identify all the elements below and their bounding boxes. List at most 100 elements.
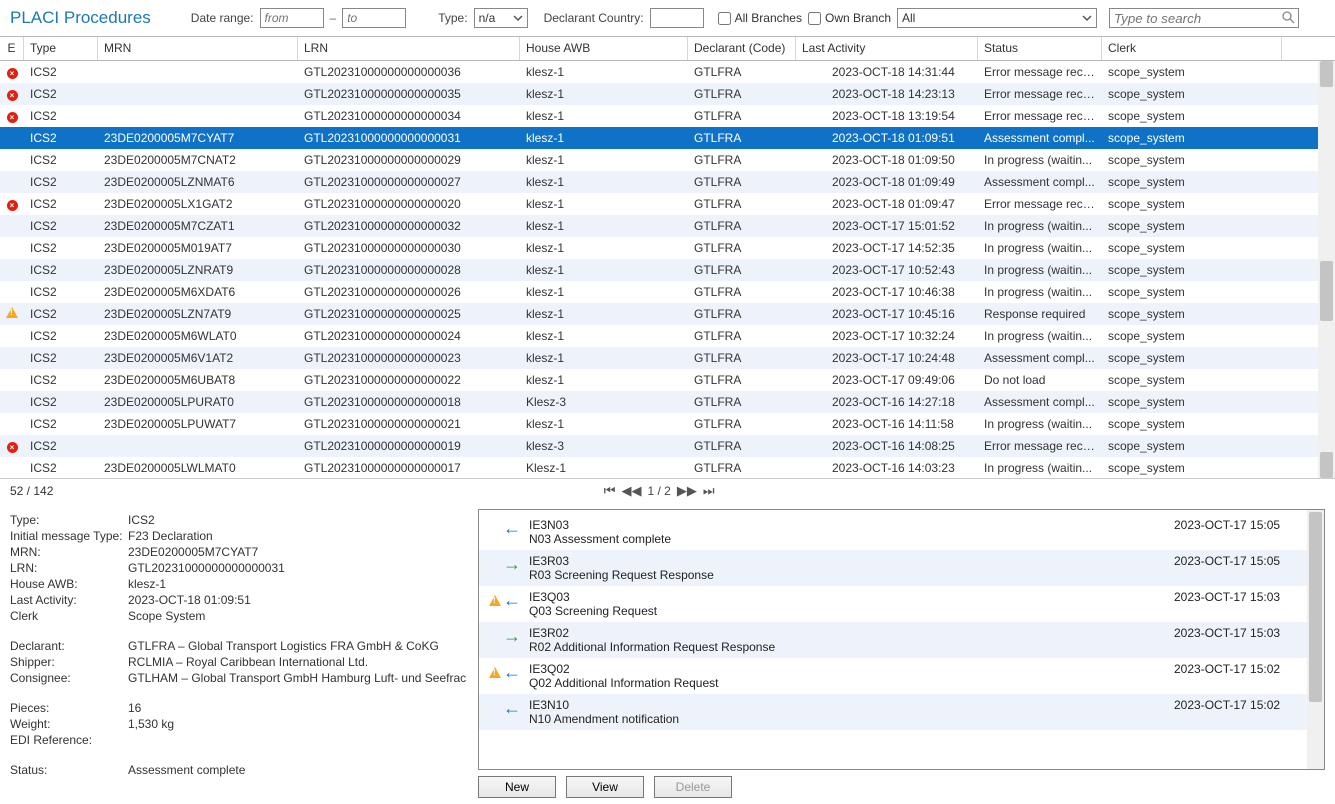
message-code: IE3Q03 xyxy=(529,590,1166,604)
pager-last-icon[interactable]: ⏭ xyxy=(703,483,715,499)
table-row[interactable]: ICS223DE0200005M6WLAT0GTL202310000000000… xyxy=(0,325,1335,347)
scroll-thumb[interactable] xyxy=(1320,261,1333,321)
message-icon: ← xyxy=(489,662,521,683)
type-select[interactable]: n/a xyxy=(474,8,528,28)
messages-panel: ←IE3N03N03 Assessment complete2023-OCT-1… xyxy=(478,509,1325,770)
cell-type: ICS2 xyxy=(24,239,98,257)
col-activity[interactable]: Last Activity xyxy=(796,37,978,60)
cell-hawb: klesz-1 xyxy=(520,327,688,345)
cell-type: ICS2 xyxy=(24,415,98,433)
error-icon: × xyxy=(7,68,18,79)
cell-mrn: 23DE0200005M6V1AT2 xyxy=(98,349,298,367)
table-row[interactable]: ICS223DE0200005LZNRAT9GTL202310000000000… xyxy=(0,259,1335,281)
declarant-country-input[interactable] xyxy=(650,8,704,28)
table-row[interactable]: ICS223DE0200005M7CYAT7GTL202310000000000… xyxy=(0,127,1335,149)
message-row[interactable]: ←IE3Q02Q02 Additional Information Reques… xyxy=(479,658,1324,694)
message-row[interactable]: ←IE3N03N03 Assessment complete2023-OCT-1… xyxy=(479,514,1324,550)
table-row[interactable]: ICS223DE0200005LWLMAT0GTL202310000000000… xyxy=(0,457,1335,479)
cell-declarant: GTLFRA xyxy=(688,107,796,125)
messages-scrollbar[interactable] xyxy=(1307,510,1324,769)
cell-hawb: Klesz-1 xyxy=(520,459,688,477)
date-from-input[interactable] xyxy=(260,8,324,28)
all-branches-checkbox-input[interactable] xyxy=(718,12,731,25)
detail-mrn-value: 23DE0200005M7CYAT7 xyxy=(128,545,258,559)
col-clerk[interactable]: Clerk xyxy=(1102,37,1282,60)
table-row[interactable]: ×ICS2GTL20231000000000000036klesz-1GTLFR… xyxy=(0,61,1335,83)
cell-status: Response required xyxy=(978,305,1102,323)
cell-mrn: 23DE0200005LZNMAT6 xyxy=(98,173,298,191)
table-row[interactable]: ICS223DE0200005LPURAT0GTL202310000000000… xyxy=(0,391,1335,413)
message-date: 2023-OCT-17 15:02 xyxy=(1174,698,1314,712)
cell-clerk: scope_system xyxy=(1102,173,1282,191)
cell-lrn: GTL20231000000000000029 xyxy=(298,151,520,169)
message-icon: → xyxy=(489,554,521,575)
cell-hawb: klesz-1 xyxy=(520,349,688,367)
scroll-thumb-top[interactable] xyxy=(1320,61,1333,87)
message-row[interactable]: →IE3R02R02 Additional Information Reques… xyxy=(479,622,1324,658)
table-row[interactable]: ICS223DE0200005LZN7AT9GTL202310000000000… xyxy=(0,303,1335,325)
table-row[interactable]: ICS223DE0200005M6UBAT8GTL202310000000000… xyxy=(0,369,1335,391)
cell-activity: 2023-OCT-18 13:19:54 xyxy=(796,107,978,125)
table-row[interactable]: ICS223DE0200005LZNMAT6GTL202310000000000… xyxy=(0,171,1335,193)
record-count: 52 / 142 xyxy=(10,484,53,498)
own-branch-checkbox-input[interactable] xyxy=(808,12,821,25)
cell-declarant: GTLFRA xyxy=(688,283,796,301)
message-row[interactable]: ←IE3Q03Q03 Screening Request2023-OCT-17 … xyxy=(479,586,1324,622)
table-row[interactable]: ICS223DE0200005M6V1AT2GTL202310000000000… xyxy=(0,347,1335,369)
message-text: IE3R03R03 Screening Request Response xyxy=(529,554,1166,582)
pager-prev-icon[interactable]: ◀◀ xyxy=(622,483,642,499)
arrow-left-icon: ← xyxy=(503,662,521,683)
col-hawb[interactable]: House AWB xyxy=(520,37,688,60)
col-mrn[interactable]: MRN xyxy=(98,37,298,60)
table-row[interactable]: ×ICS2GTL20231000000000000019klesz-3GTLFR… xyxy=(0,435,1335,457)
cell-type: ICS2 xyxy=(24,85,98,103)
col-status[interactable]: Status xyxy=(978,37,1102,60)
cell-hawb: klesz-1 xyxy=(520,195,688,213)
table-row[interactable]: ICS223DE0200005M7CZAT1GTL202310000000000… xyxy=(0,215,1335,237)
delete-button[interactable]: Delete xyxy=(654,776,732,798)
table-scrollbar[interactable] xyxy=(1318,61,1335,478)
search-input[interactable] xyxy=(1109,8,1299,28)
own-branch-checkbox[interactable]: Own Branch xyxy=(808,11,891,25)
messages-scroll-thumb[interactable] xyxy=(1309,512,1322,702)
col-e[interactable]: E xyxy=(0,37,24,60)
message-code: IE3R03 xyxy=(529,554,1166,568)
cell-mrn: 23DE0200005M6WLAT0 xyxy=(98,327,298,345)
message-code: IE3R02 xyxy=(529,626,1166,640)
table-row[interactable]: ICS223DE0200005M6XDAT6GTL202310000000000… xyxy=(0,281,1335,303)
table-row[interactable]: ×ICS2GTL20231000000000000035klesz-1GTLFR… xyxy=(0,83,1335,105)
table-row[interactable]: ×ICS223DE0200005LX1GAT2GTL20231000000000… xyxy=(0,193,1335,215)
cell-status: Assessment compl... xyxy=(978,173,1102,191)
view-button[interactable]: View xyxy=(566,776,644,798)
cell-e xyxy=(0,246,24,250)
new-button[interactable]: New xyxy=(478,776,556,798)
cell-status: Assessment compl... xyxy=(978,349,1102,367)
pager-first-icon[interactable]: ⏮ xyxy=(604,483,616,499)
pager-next-icon[interactable]: ▶▶ xyxy=(677,483,697,499)
all-branches-checkbox[interactable]: All Branches xyxy=(718,11,802,25)
message-code: IE3N03 xyxy=(529,518,1166,532)
col-type[interactable]: Type xyxy=(24,37,98,60)
table-row[interactable]: ×ICS2GTL20231000000000000034klesz-1GTLFR… xyxy=(0,105,1335,127)
message-row[interactable]: →IE3R03R03 Screening Request Response202… xyxy=(479,550,1324,586)
scroll-thumb-bottom[interactable] xyxy=(1320,452,1333,478)
cell-mrn: 23DE0200005LPURAT0 xyxy=(98,393,298,411)
message-row[interactable]: ←IE3N10N10 Amendment notification2023-OC… xyxy=(479,694,1324,730)
table-row[interactable]: ICS223DE0200005M019AT7GTL202310000000000… xyxy=(0,237,1335,259)
table-row[interactable]: ICS223DE0200005LPUWAT7GTL202310000000000… xyxy=(0,413,1335,435)
branch-select[interactable]: All xyxy=(897,8,1097,28)
cell-lrn: GTL20231000000000000032 xyxy=(298,217,520,235)
cell-type: ICS2 xyxy=(24,63,98,81)
arrow-left-icon: ← xyxy=(503,698,521,719)
cell-status: In progress (waitin... xyxy=(978,261,1102,279)
cell-lrn: GTL20231000000000000018 xyxy=(298,393,520,411)
table-row[interactable]: ICS223DE0200005M7CNAT2GTL202310000000000… xyxy=(0,149,1335,171)
cell-activity: 2023-OCT-17 15:01:52 xyxy=(796,217,978,235)
cell-clerk: scope_system xyxy=(1102,261,1282,279)
date-to-input[interactable] xyxy=(342,8,406,28)
cell-mrn: 23DE0200005M7CNAT2 xyxy=(98,151,298,169)
cell-status: In progress (waitin... xyxy=(978,327,1102,345)
col-lrn[interactable]: LRN xyxy=(298,37,520,60)
col-decl[interactable]: Declarant (Code) xyxy=(688,37,796,60)
cell-declarant: GTLFRA xyxy=(688,459,796,477)
